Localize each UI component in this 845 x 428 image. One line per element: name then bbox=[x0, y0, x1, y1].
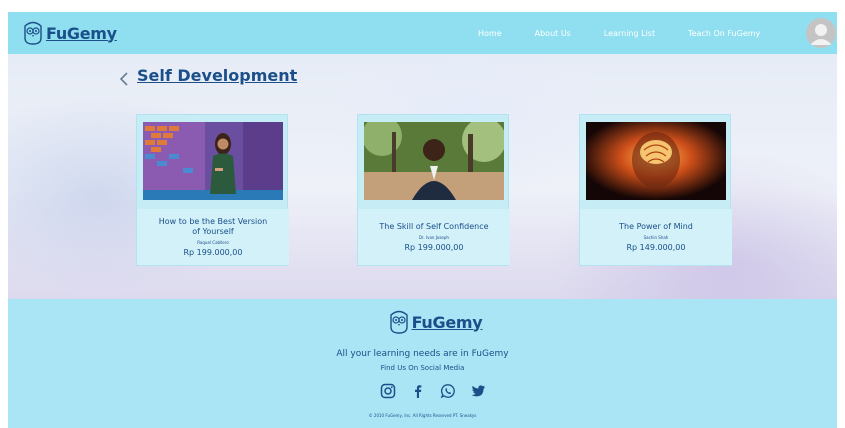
facebook-icon[interactable] bbox=[408, 381, 428, 401]
course-title: How to be the Best Version of Yourself bbox=[158, 217, 268, 236]
course-info: The Skill of Self Confidence Dr. Ivan Jo… bbox=[358, 209, 510, 265]
course-thumbnail bbox=[364, 122, 504, 200]
footer-brand-logo[interactable]: FuGemy bbox=[380, 307, 490, 337]
brand-logo[interactable]: FuGemy bbox=[22, 18, 122, 48]
avatar[interactable] bbox=[806, 18, 836, 48]
course-price: Rp 149.000,00 bbox=[626, 243, 686, 252]
instagram-icon[interactable] bbox=[378, 381, 398, 401]
owl-logo-icon bbox=[389, 310, 408, 334]
top-nav: Home About Us Learning List Teach On FuG… bbox=[478, 12, 793, 54]
footer: FuGemy All your learning needs are in Fu… bbox=[8, 299, 837, 428]
nav-learning-list[interactable]: Learning List bbox=[604, 29, 655, 38]
course-title: The Skill of Self Confidence bbox=[379, 222, 489, 231]
nav-home[interactable]: Home bbox=[478, 29, 502, 38]
course-author: Raquel Cabllero bbox=[197, 240, 229, 245]
nav-about-us[interactable]: About Us bbox=[535, 29, 571, 38]
course-card[interactable]: How to be the Best Version of Yourself R… bbox=[136, 114, 289, 266]
course-info: How to be the Best Version of Yourself R… bbox=[137, 209, 289, 265]
chevron-left-icon[interactable] bbox=[118, 71, 130, 87]
page: FuGemy Home About Us Learning List Teach… bbox=[8, 12, 837, 428]
user-avatar-icon bbox=[806, 18, 836, 48]
course-card[interactable]: The Power of Mind Sachin Shah Rp 149.000… bbox=[579, 114, 732, 266]
course-price: Rp 199.000,00 bbox=[183, 248, 243, 257]
whatsapp-icon[interactable] bbox=[438, 381, 458, 401]
nav-teach-on-fugemy[interactable]: Teach On FuGemy bbox=[688, 29, 760, 38]
social-heading: Find Us On Social Media bbox=[380, 364, 465, 372]
header: FuGemy Home About Us Learning List Teach… bbox=[8, 12, 837, 54]
course-price: Rp 199.000,00 bbox=[404, 243, 464, 252]
twitter-icon[interactable] bbox=[468, 381, 488, 401]
footer-tagline: All your learning needs are in FuGemy bbox=[336, 349, 509, 359]
course-author: Sachin Shah bbox=[643, 235, 669, 240]
social-links bbox=[378, 381, 488, 401]
brand-name: FuGemy bbox=[46, 23, 117, 43]
course-title: The Power of Mind bbox=[619, 222, 693, 231]
course-thumbnail bbox=[143, 122, 283, 200]
course-author: Dr. Ivan Joseph bbox=[419, 235, 449, 240]
copyright-text: © 2010 FuGemy, Inc. All Rights Reserved … bbox=[368, 413, 477, 418]
footer-brand-name: FuGemy bbox=[411, 312, 483, 332]
course-info: The Power of Mind Sachin Shah Rp 149.000… bbox=[580, 209, 732, 265]
main-content: Self Development How to be the Best Vers… bbox=[8, 54, 837, 299]
page-title[interactable]: Self Development bbox=[137, 66, 297, 85]
course-thumbnail bbox=[586, 122, 726, 200]
course-card[interactable]: The Skill of Self Confidence Dr. Ivan Jo… bbox=[357, 114, 510, 266]
owl-logo-icon bbox=[24, 21, 42, 45]
